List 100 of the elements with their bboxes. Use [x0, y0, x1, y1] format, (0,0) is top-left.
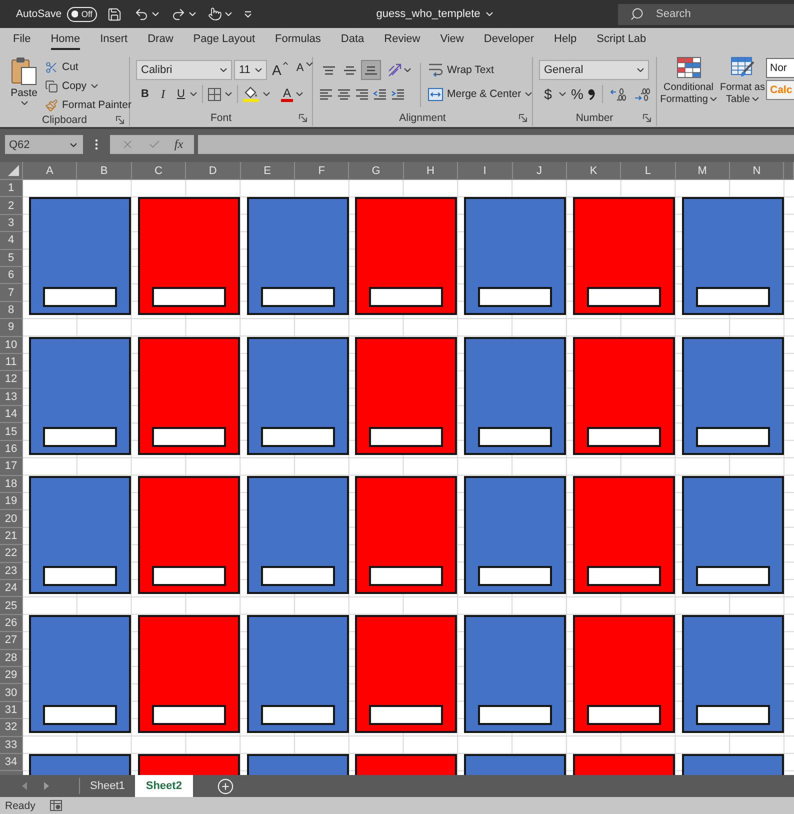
add-icon[interactable] [216, 778, 234, 794]
merge-center-button[interactable]: Merge & Center [426, 84, 534, 104]
customize-caret-icon[interactable] [244, 10, 252, 18]
bold-button[interactable]: B [136, 84, 154, 104]
dialog-launcher-icon[interactable] [116, 116, 124, 124]
decimal-arrow-icon[interactable] [610, 88, 626, 100]
copy-button[interactable]: Copy [45, 77, 132, 95]
ribbon-tab[interactable]: Data [340, 28, 364, 50]
name-box-field[interactable]: Q62 [5, 135, 83, 154]
shrink-font-button[interactable]: A [293, 60, 316, 80]
name-field[interactable] [586, 566, 661, 586]
format-as-table-button[interactable]: Format as Table [719, 57, 766, 106]
undo-icon[interactable] [134, 6, 149, 22]
caret-icon[interactable] [559, 92, 566, 96]
paste-button[interactable]: Paste [8, 57, 40, 105]
name-field[interactable] [152, 566, 226, 586]
sheet-tab[interactable]: Sheet2 [134, 775, 193, 797]
bottom-align-button[interactable] [361, 60, 381, 80]
percent-button[interactable]: % [568, 84, 586, 104]
ribbon-tab[interactable]: Formulas [275, 28, 321, 50]
font-size-field[interactable]: 11 [234, 60, 267, 80]
name-field[interactable] [696, 704, 770, 725]
dialog-launcher-icon[interactable] [299, 114, 307, 122]
name-field[interactable] [586, 287, 661, 308]
ribbon-tab[interactable]: Developer [484, 28, 534, 50]
formula-input-field[interactable] [198, 135, 794, 154]
name-field[interactable] [260, 566, 335, 586]
caret-icon[interactable] [404, 68, 411, 72]
conditional-formatting-button[interactable]: Conditional Formatting [660, 57, 717, 106]
autosave-toggle[interactable]: Off [66, 6, 97, 22]
document-title[interactable]: guess_who_templete [376, 8, 494, 20]
name-field[interactable] [43, 287, 117, 308]
ribbon-tab[interactable]: Help [554, 28, 577, 50]
underline-button[interactable]: U [172, 84, 190, 104]
hand-pointer-icon[interactable] [208, 7, 222, 21]
paint-bucket-icon[interactable] [243, 86, 259, 102]
outdent-icon[interactable] [373, 88, 387, 100]
align-center-icon[interactable] [337, 88, 351, 100]
redo-icon[interactable] [170, 6, 186, 22]
ribbon-tab[interactable]: Page Layout [193, 28, 256, 50]
caret-icon[interactable] [296, 92, 304, 96]
right-arrow-icon[interactable] [44, 782, 49, 790]
align-right-icon[interactable] [355, 88, 369, 100]
number-format-field[interactable]: General [539, 60, 649, 80]
decimal-arrow-icon[interactable] [634, 88, 650, 100]
name-field[interactable] [260, 704, 335, 725]
name-field[interactable] [152, 426, 226, 447]
comma-icon[interactable] [588, 88, 596, 100]
grow-font-button[interactable]: A [269, 60, 292, 80]
name-field[interactable] [586, 426, 661, 447]
sheet-record-icon[interactable] [50, 800, 62, 811]
cell-style-item[interactable]: Calc [766, 80, 794, 100]
italic-button[interactable]: I [154, 84, 172, 104]
name-field[interactable] [369, 704, 444, 725]
ribbon-tab[interactable]: Script Lab [596, 28, 646, 50]
currency-button[interactable]: $ [539, 84, 557, 104]
name-field[interactable] [478, 287, 552, 308]
dialog-launcher-icon[interactable] [643, 114, 651, 122]
name-field[interactable] [43, 704, 117, 725]
sheet-tab[interactable]: Sheet1 [80, 775, 135, 797]
dialog-launcher-icon[interactable] [519, 114, 527, 122]
name-field[interactable] [260, 287, 335, 308]
ribbon-tab[interactable]: View [440, 28, 464, 50]
cell-style-item[interactable]: Nor [766, 58, 794, 78]
save-icon[interactable] [106, 6, 122, 22]
ribbon-tab[interactable]: Draw [148, 28, 174, 50]
font-name-field[interactable]: Calibri [136, 60, 232, 80]
borders-grid-icon[interactable] [208, 88, 221, 100]
search-field[interactable]: Search [618, 4, 794, 24]
name-field[interactable] [369, 426, 444, 447]
caret-icon[interactable] [263, 92, 270, 96]
ribbon-tab[interactable]: Insert [100, 28, 128, 50]
align-left-icon[interactable] [319, 88, 333, 100]
format-painter-button[interactable]: Format Painter [45, 96, 132, 114]
name-field[interactable] [478, 426, 552, 447]
caret-icon[interactable] [190, 92, 197, 96]
indent-icon[interactable] [391, 88, 405, 100]
select-all-icon[interactable] [8, 165, 19, 176]
name-field[interactable] [260, 426, 335, 447]
vertical-dots-icon[interactable] [95, 139, 98, 150]
name-field[interactable] [696, 566, 770, 586]
name-field[interactable] [696, 287, 770, 308]
ribbon-tab[interactable]: File [13, 28, 31, 50]
name-field[interactable] [369, 287, 444, 308]
ribbon-tab[interactable]: Review [384, 28, 420, 50]
name-field[interactable] [696, 426, 770, 447]
name-field[interactable] [369, 566, 444, 586]
wrap-text-button[interactable]: Wrap Text [426, 60, 534, 80]
insert-function-button[interactable]: fx [174, 137, 184, 152]
name-field[interactable] [478, 704, 552, 725]
caret-icon[interactable] [225, 92, 232, 96]
name-field[interactable] [478, 566, 552, 586]
name-field[interactable] [152, 287, 226, 308]
name-field[interactable] [152, 704, 226, 725]
name-field[interactable] [43, 426, 117, 447]
cut-button[interactable]: Cut [45, 58, 132, 76]
diagonal-arrow-icon[interactable] [388, 63, 403, 77]
name-field[interactable] [43, 566, 117, 586]
ribbon-tab[interactable]: Home [50, 28, 80, 50]
font-color-button[interactable]: A [278, 84, 296, 104]
